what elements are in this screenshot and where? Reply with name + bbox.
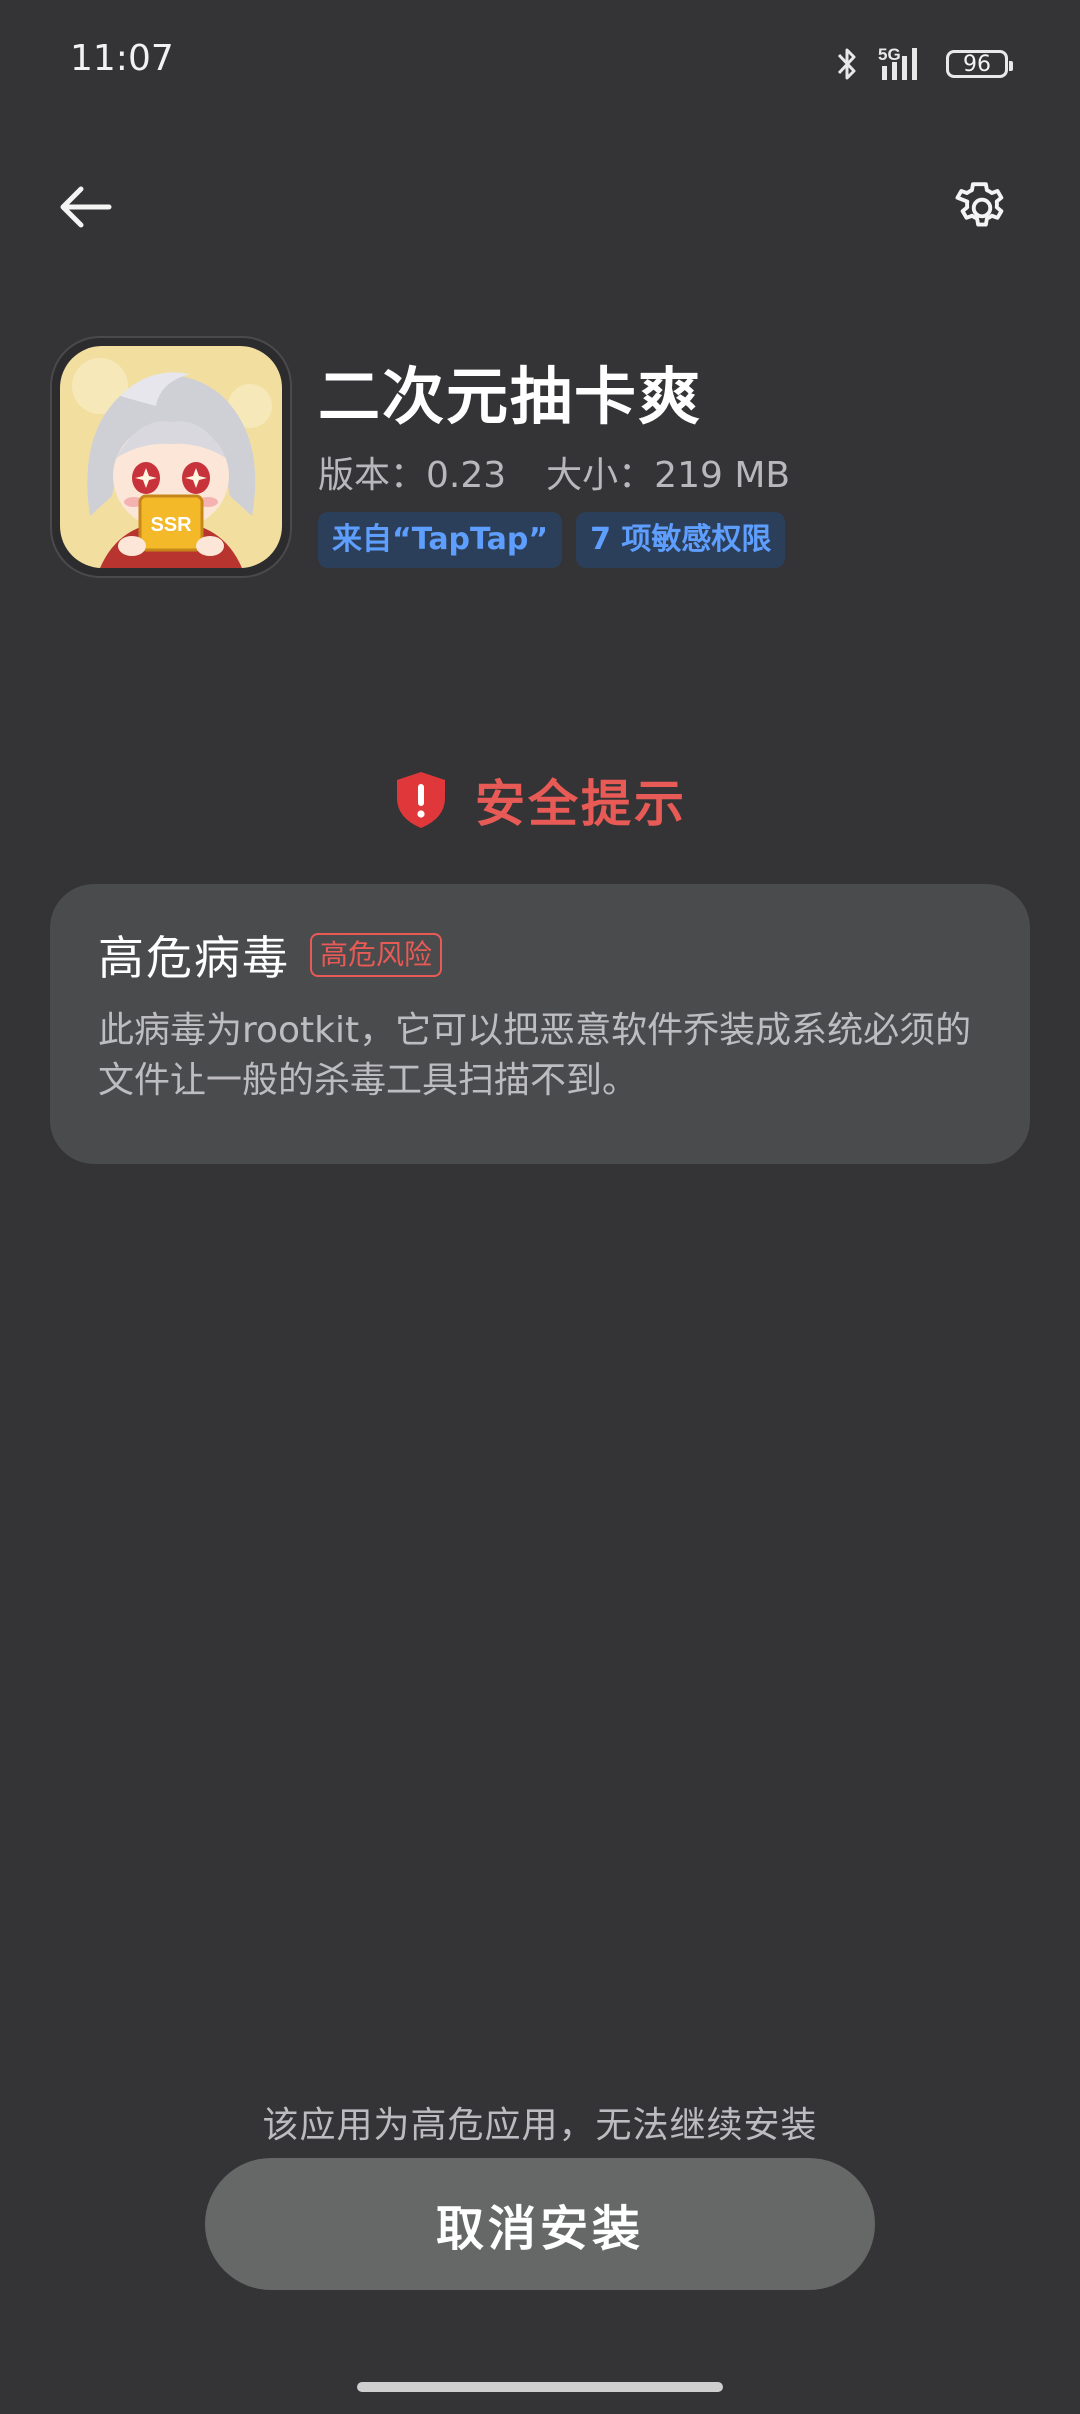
status-time: 11:07 xyxy=(70,38,174,79)
battery-level: 96 xyxy=(963,51,991,77)
battery-icon: 96 xyxy=(946,50,1013,78)
threat-card: 高危病毒 高危风险 此病毒为rootkit，它可以把恶意软件乔装成系统必须的文件… xyxy=(50,884,1030,1164)
cellular-signal-icon: 5G xyxy=(878,45,917,80)
threat-card-header: 高危病毒 高危风险 xyxy=(98,922,982,988)
app-meta: 版本：0.23 大小：219 MB xyxy=(318,446,790,498)
app-icon: SSR xyxy=(60,346,282,568)
cancel-install-button[interactable]: 取消安装 xyxy=(205,2158,875,2290)
app-name: 二次元抽卡爽 xyxy=(318,360,703,433)
arrow-left-icon xyxy=(60,186,112,228)
security-header: 安全提示 xyxy=(0,764,1080,836)
back-button[interactable] xyxy=(50,172,120,242)
app-icon-frame: SSR xyxy=(50,336,292,578)
bluetooth-icon xyxy=(837,48,856,80)
security-title: 安全提示 xyxy=(475,775,687,833)
app-version: 版本：0.23 xyxy=(318,455,507,496)
permissions-chip[interactable]: 7 项敏感权限 xyxy=(576,512,786,568)
shield-alert-icon xyxy=(397,772,445,828)
status-icons: 5G 96 xyxy=(834,40,1013,88)
source-chip[interactable]: 来自“TapTap” xyxy=(318,512,563,568)
install-warning: 该应用为高危应用，无法继续安装 xyxy=(262,2105,818,2146)
app-icon-badge: SSR xyxy=(150,514,192,536)
network-type: 5G xyxy=(878,45,901,64)
app-size: 大小：219 MB xyxy=(546,455,791,496)
settings-button[interactable] xyxy=(942,168,1022,248)
home-indicator[interactable] xyxy=(357,2382,723,2392)
risk-badge: 高危风险 xyxy=(310,933,443,977)
threat-title: 高危病毒 xyxy=(98,931,290,985)
app-chips: 来自“TapTap” 7 项敏感权限 xyxy=(318,512,786,568)
threat-description: 此病毒为rootkit，它可以把恶意软件乔装成系统必须的文件让一般的杀毒工具扫描… xyxy=(98,1010,972,1101)
gear-icon xyxy=(955,182,1004,227)
